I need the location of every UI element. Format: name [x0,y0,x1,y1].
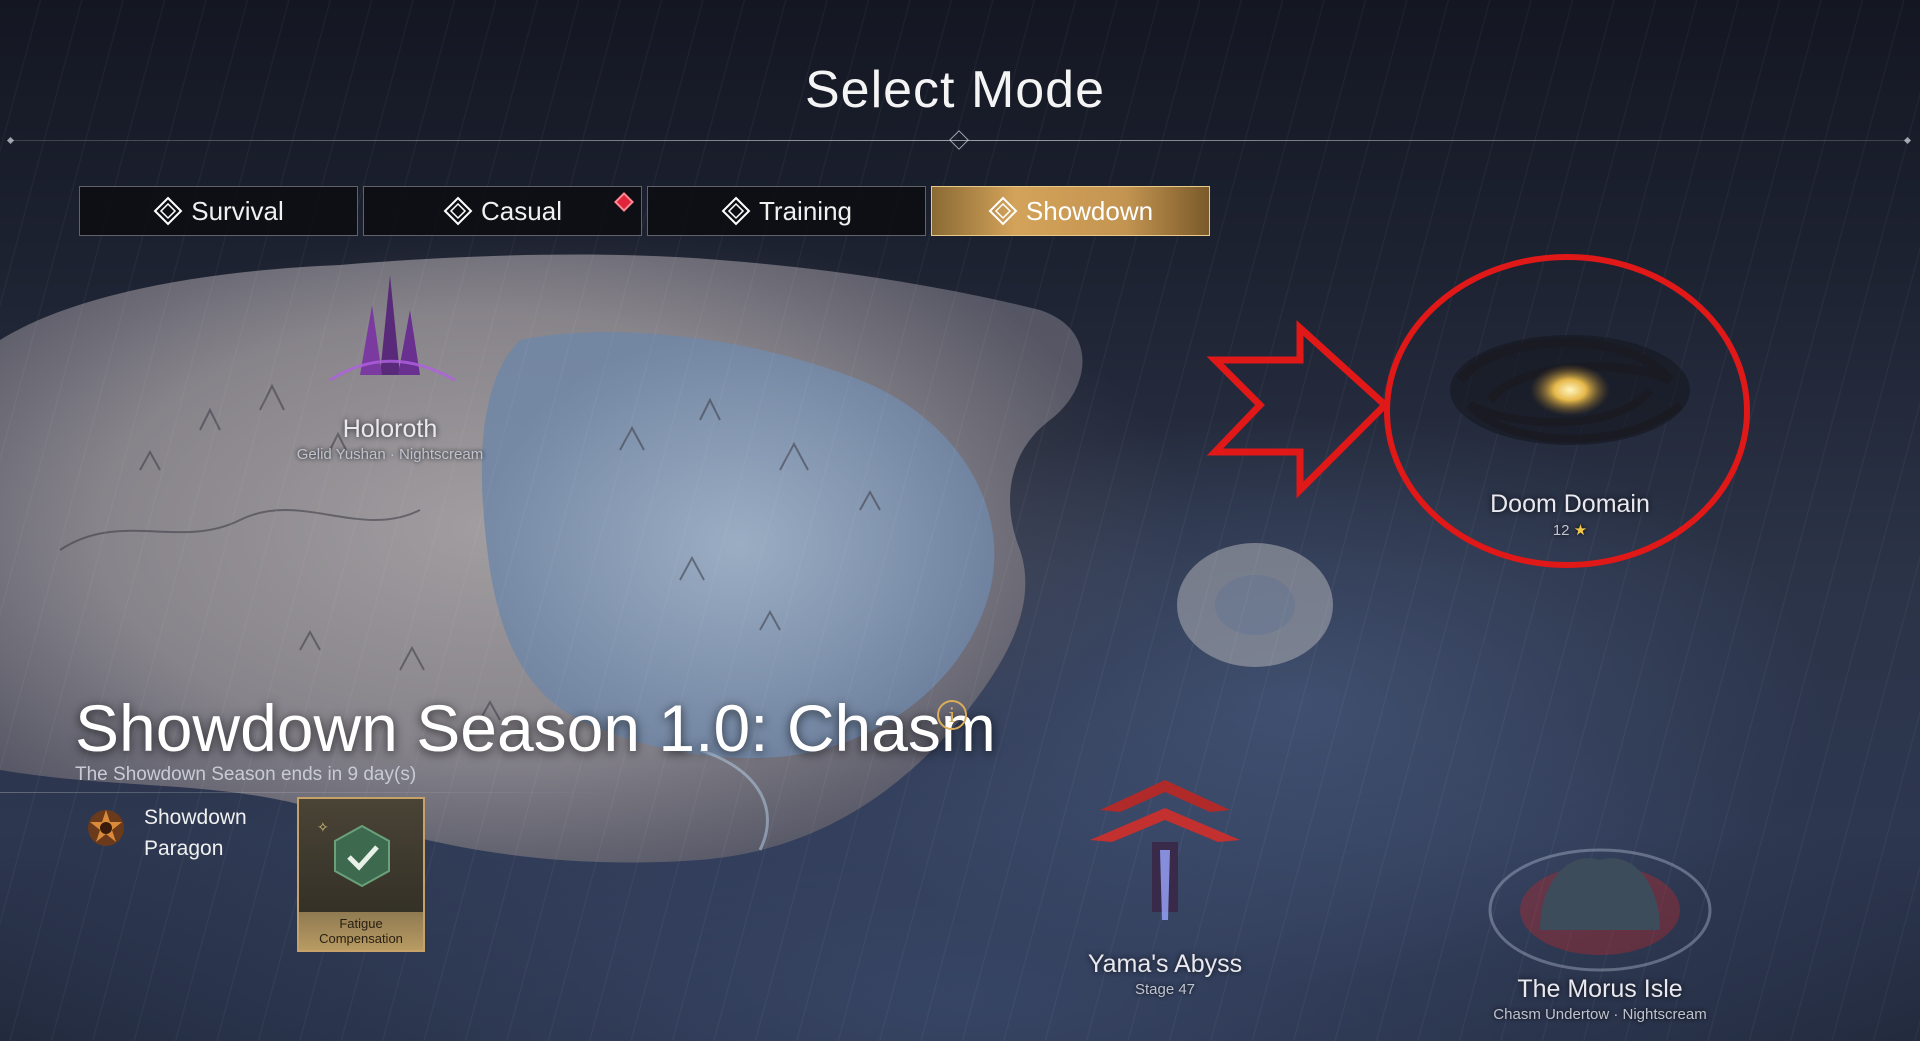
tab-survival[interactable]: Survival [79,186,358,236]
location-holoroth[interactable]: Holoroth Gelid Yushan · Nightscream [290,265,490,465]
pagoda-icon [1090,780,1240,920]
location-name: Doom Domain [1490,490,1650,518]
page-title: Select Mode [804,61,1106,119]
location-name: Holoroth [342,415,438,443]
tab-label: Training [759,195,852,226]
sparkle-icon: ✧ [317,819,329,835]
paragon-emblem-icon [88,810,124,846]
location-subtitle: Chasm Undertow · Nightscream [1493,1006,1707,1023]
diamond-icon [153,196,183,226]
paragon-label: Showdown Paragon [144,806,247,860]
fatigue-badge-icon [334,824,390,888]
isle-icon [1488,848,1712,972]
location-yamas-abyss[interactable]: Yama's Abyss Stage 47 [1060,770,1270,1000]
crystal-spire-icon [329,275,456,382]
diamond-icon [443,196,473,226]
season-ends-text: The Showdown Season ends in 9 day(s) [75,764,417,785]
season-divider [0,792,620,793]
location-doom-domain[interactable]: Doom Domain 12 ★ [1430,300,1710,550]
star-icon: ★ [1573,522,1588,539]
info-icon[interactable]: i [937,700,967,730]
location-stars: 12 ★ [1430,521,1710,539]
location-morus-isle[interactable]: The Morus Isle Chasm Undertow · Nightscr… [1470,820,1730,1030]
tab-label: Showdown [1025,195,1154,226]
location-subtitle: Stage 47 [1134,981,1196,998]
location-name: The Morus Isle [1517,975,1683,1003]
diamond-icon [721,196,751,226]
tab-casual[interactable]: Casual [363,186,642,236]
mode-tabs: Survival Casual Training Showdown [79,186,1210,236]
diamond-icon [988,196,1018,226]
fatigue-compensation-card[interactable]: ✧ Fatigue Compensation [297,797,425,952]
small-island [1170,535,1340,675]
location-subtitle: Gelid Yushan · Nightscream [296,446,484,463]
alert-badge-icon [614,192,634,212]
star-count: 12 [1552,522,1570,539]
tab-label: Casual [481,195,562,226]
season-title: Showdown Season 1.0: Chasm [75,691,996,765]
vortex-icon [1450,335,1690,445]
tab-showdown[interactable]: Showdown [931,186,1210,236]
location-name: Yama's Abyss [1087,950,1243,978]
tab-training[interactable]: Training [647,186,926,236]
fatigue-label: Fatigue Compensation [299,912,423,950]
tab-label: Survival [191,195,284,226]
